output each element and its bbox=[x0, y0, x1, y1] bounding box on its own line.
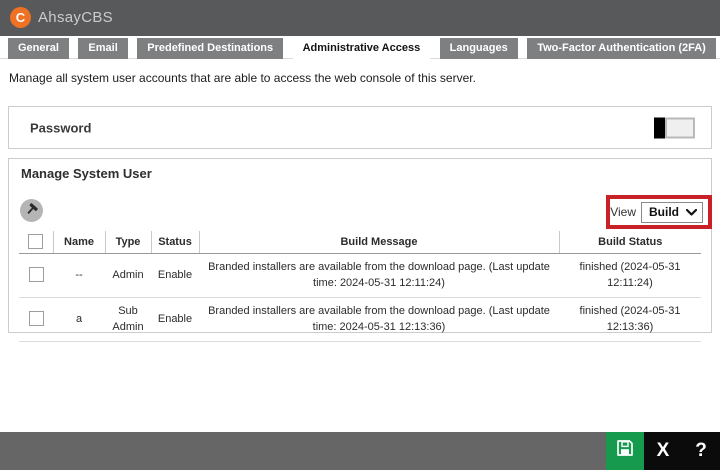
column-header-name: Name bbox=[53, 231, 106, 254]
cell-status: Enable bbox=[151, 253, 199, 298]
toggle-knob bbox=[654, 117, 665, 138]
app-title: AhsayCBS bbox=[38, 9, 113, 26]
tab-languages[interactable]: Languages bbox=[439, 38, 518, 59]
close-x-label: X bbox=[656, 440, 670, 461]
cell-name: a bbox=[53, 297, 105, 342]
view-highlight-box: View Build bbox=[606, 195, 712, 229]
cell-status: Enable bbox=[151, 297, 199, 342]
row-checkbox[interactable] bbox=[28, 311, 44, 327]
table-row[interactable]: -- Admin Enable Branded installers are a… bbox=[19, 253, 701, 298]
cell-build-status: finished (2024-05-31 12:11:24) bbox=[559, 253, 701, 298]
toggle-track bbox=[665, 117, 695, 138]
app-header: C AhsayCBS bbox=[0, 0, 720, 36]
table-header-row: Name Type Status Build Message Build Sta… bbox=[19, 231, 701, 254]
password-toggle[interactable] bbox=[654, 117, 695, 138]
column-header-type: Type bbox=[105, 231, 152, 254]
page: C AhsayCBS General Email Predefined Dest… bbox=[0, 0, 720, 470]
row-checkbox[interactable] bbox=[28, 267, 44, 283]
build-button[interactable] bbox=[20, 199, 43, 222]
footer-bar: X ? bbox=[0, 432, 720, 470]
select-all-checkbox[interactable] bbox=[28, 234, 44, 250]
password-section: Password bbox=[8, 106, 712, 149]
help-question-label: ? bbox=[695, 440, 707, 461]
tab-two-factor-authentication[interactable]: Two-Factor Authentication (2FA) bbox=[527, 38, 716, 59]
tab-email[interactable]: Email bbox=[78, 38, 128, 59]
tab-administrative-access[interactable]: Administrative Access bbox=[292, 38, 431, 59]
save-icon bbox=[615, 438, 635, 464]
logo-letter: C bbox=[15, 10, 26, 25]
page-description: Manage all system user accounts that are… bbox=[9, 71, 476, 85]
column-header-status: Status bbox=[151, 231, 200, 254]
cell-build-status: finished (2024-05-31 12:13:36) bbox=[559, 297, 701, 342]
ahsay-logo-icon: C bbox=[10, 7, 31, 28]
system-user-table: Name Type Status Build Message Build Sta… bbox=[19, 231, 701, 342]
view-dropdown-value: Build bbox=[649, 205, 679, 219]
hammer-icon bbox=[24, 202, 39, 220]
view-dropdown[interactable]: Build bbox=[641, 201, 703, 223]
cell-name: -- bbox=[53, 253, 105, 298]
close-button[interactable]: X bbox=[644, 432, 682, 470]
cell-type: Sub Admin bbox=[105, 297, 151, 342]
column-header-build-status: Build Status bbox=[559, 231, 701, 254]
tab-bar: General Email Predefined Destinations Ad… bbox=[0, 38, 720, 59]
tab-general[interactable]: General bbox=[8, 38, 69, 59]
cell-build-message: Branded installers are available from th… bbox=[199, 297, 559, 342]
help-button[interactable]: ? bbox=[682, 432, 720, 470]
tab-predefined-destinations[interactable]: Predefined Destinations bbox=[137, 38, 284, 59]
select-all-header-cell bbox=[19, 231, 54, 254]
view-label: View bbox=[610, 205, 636, 219]
chevron-down-icon bbox=[685, 203, 698, 221]
column-header-build-message: Build Message bbox=[199, 231, 560, 254]
manage-system-user-section: Manage System User View Build Name Type … bbox=[8, 158, 712, 342]
save-button[interactable] bbox=[606, 432, 644, 470]
table-row[interactable]: a Sub Admin Enable Branded installers ar… bbox=[19, 297, 701, 342]
password-section-title: Password bbox=[30, 120, 92, 135]
cell-build-message: Branded installers are available from th… bbox=[199, 253, 559, 298]
manage-section-title: Manage System User bbox=[21, 166, 152, 181]
cell-type: Admin bbox=[105, 253, 151, 298]
